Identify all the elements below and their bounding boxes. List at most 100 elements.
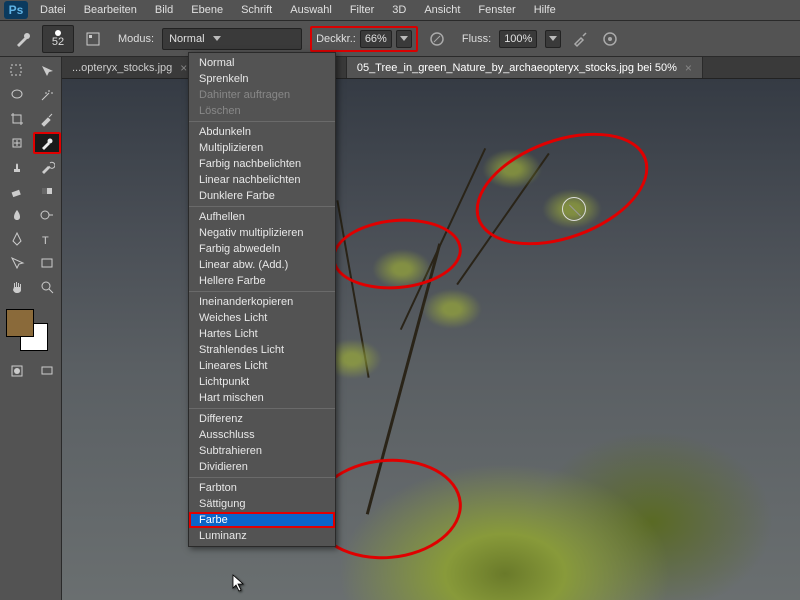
wand-tool[interactable] [33, 84, 61, 106]
opacity-label: Deckkr.: [316, 33, 356, 45]
shape-tool[interactable] [33, 252, 61, 274]
brush-cursor-icon [562, 197, 586, 221]
canvas-area[interactable] [62, 79, 800, 600]
blend-mode-option[interactable]: Farbe [189, 512, 335, 528]
history-brush-tool[interactable] [33, 156, 61, 178]
blend-mode-option[interactable]: Linear nachbelichten [189, 172, 335, 188]
flow-value[interactable]: 100% [499, 30, 537, 48]
blend-mode-option[interactable]: Luminanz [189, 528, 335, 544]
brush-panel-toggle-icon[interactable] [82, 28, 104, 50]
menu-item[interactable]: Fenster [478, 4, 515, 16]
brush-preset-picker[interactable]: 52 [42, 25, 74, 53]
mode-value: Normal [169, 33, 204, 45]
app-logo: Ps [4, 1, 28, 19]
flow-label: Fluss: [462, 33, 491, 45]
mouse-cursor-icon [232, 574, 246, 595]
path-select-tool[interactable] [3, 252, 31, 274]
blend-mode-option[interactable]: Subtrahieren [189, 443, 335, 459]
tools-panel: T [0, 57, 62, 600]
svg-text:T: T [42, 235, 49, 247]
opacity-value[interactable]: 66% [360, 30, 392, 48]
eyedropper-tool[interactable] [33, 108, 61, 130]
zoom-tool[interactable] [33, 276, 61, 298]
blend-mode-option[interactable]: Strahlendes Licht [189, 342, 335, 358]
menu-item[interactable]: Schrift [241, 4, 272, 16]
document-tabs: ...opteryx_stocks.jpg× ...aeopteryx_stoc… [62, 57, 800, 79]
move-tool[interactable] [3, 60, 31, 82]
quickmask-toggle[interactable] [3, 360, 31, 382]
lasso-tool[interactable] [3, 84, 31, 106]
crop-tool[interactable] [3, 108, 31, 130]
flow-dropdown-button[interactable] [545, 30, 561, 48]
close-icon[interactable]: × [685, 61, 692, 75]
stamp-tool[interactable] [3, 156, 31, 178]
hand-tool[interactable] [3, 276, 31, 298]
menu-item[interactable]: Filter [350, 4, 374, 16]
blend-mode-option[interactable]: Hellere Farbe [189, 273, 335, 289]
menu-item[interactable]: Ansicht [424, 4, 460, 16]
blend-mode-option[interactable]: Sättigung [189, 496, 335, 512]
blend-mode-option[interactable]: Dividieren [189, 459, 335, 475]
close-icon[interactable]: × [180, 61, 187, 75]
pressure-size-icon[interactable] [599, 28, 621, 50]
pen-tool[interactable] [3, 228, 31, 250]
marquee-tool[interactable] [33, 60, 61, 82]
blend-mode-option[interactable]: Differenz [189, 411, 335, 427]
options-bar: 52 Modus: Normal Deckkr.: 66% Fluss: 100… [0, 21, 800, 57]
blend-mode-option[interactable]: Farbton [189, 480, 335, 496]
gradient-tool[interactable] [33, 180, 61, 202]
blend-mode-option[interactable]: Aufhellen [189, 209, 335, 225]
eraser-tool[interactable] [3, 180, 31, 202]
opacity-control-highlight: Deckkr.: 66% [310, 26, 418, 52]
blend-mode-option[interactable]: Lichtpunkt [189, 374, 335, 390]
brush-size-value: 52 [52, 36, 64, 48]
pressure-opacity-icon[interactable] [426, 28, 448, 50]
menu-item[interactable]: Datei [40, 4, 66, 16]
brush-tool-icon [12, 28, 34, 50]
menu-bar: Ps Datei Bearbeiten Bild Ebene Schrift A… [0, 0, 800, 21]
chevron-down-icon [213, 36, 221, 41]
blend-mode-option[interactable]: Multiplizieren [189, 140, 335, 156]
blend-mode-option[interactable]: Lineares Licht [189, 358, 335, 374]
blend-mode-option[interactable]: Ausschluss [189, 427, 335, 443]
menu-item[interactable]: Bild [155, 4, 173, 16]
menu-item[interactable]: Ebene [191, 4, 223, 16]
opacity-dropdown-button[interactable] [396, 30, 412, 48]
menu-item[interactable]: Bearbeiten [84, 4, 137, 16]
blend-mode-option[interactable]: Normal [189, 55, 335, 71]
blur-tool[interactable] [3, 204, 31, 226]
blend-mode-option[interactable]: Ineinanderkopieren [189, 294, 335, 310]
blend-mode-option[interactable]: Linear abw. (Add.) [189, 257, 335, 273]
healing-tool[interactable] [3, 132, 31, 154]
document-tab[interactable]: ...opteryx_stocks.jpg × [62, 57, 198, 78]
blend-mode-option[interactable]: Hartes Licht [189, 326, 335, 342]
document-tab[interactable]: 05_Tree_in_green_Nature_by_archaeopteryx… [347, 57, 703, 78]
color-swatch[interactable] [6, 309, 50, 349]
airbrush-icon[interactable] [569, 28, 591, 50]
blend-mode-option[interactable]: Negativ multiplizieren [189, 225, 335, 241]
tab-label: ...opteryx_stocks.jpg [72, 62, 172, 74]
menu-item[interactable]: Hilfe [534, 4, 556, 16]
blend-mode-menu: NormalSprenkelnDahinter auftragenLöschen… [188, 52, 336, 547]
blend-mode-option: Dahinter auftragen [189, 87, 335, 103]
blend-mode-option[interactable]: Sprenkeln [189, 71, 335, 87]
brush-tool[interactable] [33, 132, 61, 154]
mode-label: Modus: [118, 33, 154, 45]
foreground-color[interactable] [6, 309, 34, 337]
blend-mode-option[interactable]: Hart mischen [189, 390, 335, 406]
blend-mode-option: Löschen [189, 103, 335, 119]
blend-mode-option[interactable]: Farbig abwedeln [189, 241, 335, 257]
menu-item[interactable]: Auswahl [290, 4, 332, 16]
dodge-tool[interactable] [33, 204, 61, 226]
blend-mode-dropdown[interactable]: Normal [162, 28, 302, 50]
tab-label: 05_Tree_in_green_Nature_by_archaeopteryx… [357, 62, 677, 74]
blend-mode-option[interactable]: Weiches Licht [189, 310, 335, 326]
blend-mode-option[interactable]: Abdunkeln [189, 124, 335, 140]
type-tool[interactable]: T [33, 228, 61, 250]
blend-mode-option[interactable]: Farbig nachbelichten [189, 156, 335, 172]
chevron-down-icon [400, 36, 408, 41]
blend-mode-option[interactable]: Dunklere Farbe [189, 188, 335, 204]
chevron-down-icon [549, 36, 557, 41]
screenmode-toggle[interactable] [33, 360, 61, 382]
menu-item[interactable]: 3D [392, 4, 406, 16]
